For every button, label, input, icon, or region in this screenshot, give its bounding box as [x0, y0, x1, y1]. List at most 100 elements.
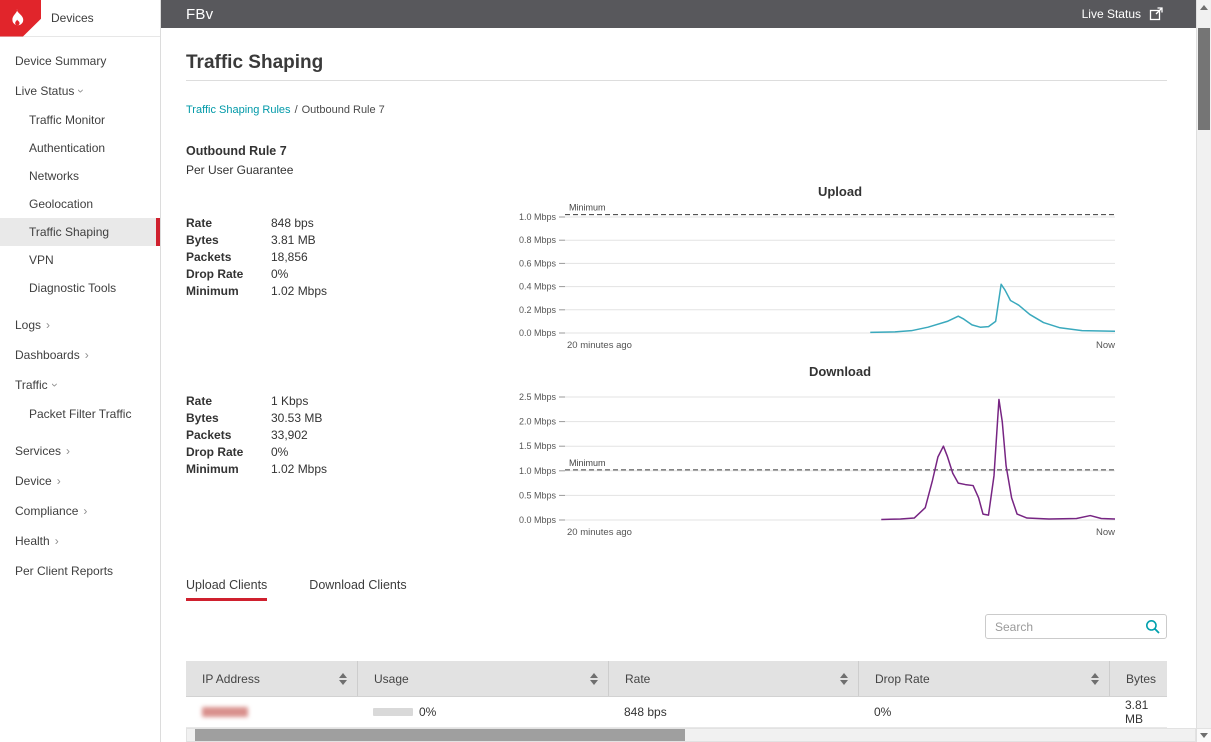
sidebar-item-label: Authentication: [29, 141, 105, 155]
cell-bytes: 3.81 MB: [1109, 698, 1167, 726]
stat-value: 3.81 MB: [271, 233, 316, 247]
column-label: Drop Rate: [875, 672, 930, 686]
live-status-button[interactable]: Live Status: [1082, 7, 1163, 21]
search-icon[interactable]: [1140, 619, 1166, 635]
sidebar-item-label: Diagnostic Tools: [29, 281, 116, 295]
column-label: IP Address: [202, 672, 260, 686]
sidebar-item-label: Traffic Monitor: [29, 113, 105, 127]
sidebar-item-label: Packet Filter Traffic: [29, 407, 131, 421]
sidebar-item-label: VPN: [29, 253, 54, 267]
download-chart-title: Download: [565, 364, 1115, 382]
cell-usage: 0%: [357, 705, 608, 719]
sidebar-item-networks[interactable]: Networks: [0, 162, 160, 190]
sort-icon[interactable]: [590, 673, 598, 685]
sort-icon[interactable]: [339, 673, 347, 685]
stat-value: 18,856: [271, 250, 308, 264]
sort-icon[interactable]: [840, 673, 848, 685]
sidebar-item-traffic-shaping[interactable]: Traffic Shaping: [0, 218, 160, 246]
usage-bar: [373, 708, 413, 716]
sidebar-item-label: Traffic: [15, 378, 48, 392]
stat-label: Drop Rate: [186, 445, 271, 459]
column-label: Rate: [625, 672, 650, 686]
svg-text:1.5 Mbps: 1.5 Mbps: [519, 441, 557, 451]
svg-text:0.0 Mbps: 0.0 Mbps: [519, 328, 557, 338]
sidebar-title: Devices: [51, 11, 94, 25]
sidebar-item-label: Live Status: [15, 84, 74, 98]
scroll-up-icon[interactable]: [1197, 0, 1211, 14]
sidebar-item-compliance[interactable]: Compliance: [0, 496, 160, 526]
usage-percent: 0%: [419, 705, 436, 719]
rule-name: Outbound Rule 7: [186, 144, 287, 158]
table-header: IP Address Usage Rate Drop Rate: [186, 661, 1167, 697]
sidebar-item-live-status[interactable]: Live Status: [0, 76, 160, 106]
search-input[interactable]: [986, 620, 1140, 634]
stat-row: Minimum1.02 Mbps: [186, 460, 421, 477]
svg-text:1.0 Mbps: 1.0 Mbps: [519, 212, 557, 222]
sidebar-item-services[interactable]: Services: [0, 436, 160, 466]
stat-row: Drop Rate0%: [186, 265, 421, 282]
column-label: Usage: [374, 672, 409, 686]
sidebar-item-dashboards[interactable]: Dashboards: [0, 340, 160, 370]
sidebar-item-label: Geolocation: [29, 197, 93, 211]
sort-icon[interactable]: [1091, 673, 1099, 685]
sidebar-item-per-client-reports[interactable]: Per Client Reports: [0, 556, 160, 586]
chevron-right-icon: [46, 319, 50, 331]
svg-text:2.5 Mbps: 2.5 Mbps: [519, 392, 557, 402]
column-label: Bytes: [1126, 672, 1156, 686]
stat-value: 1 Kbps: [271, 394, 308, 408]
column-header-usage[interactable]: Usage: [357, 661, 608, 696]
sidebar-item-authentication[interactable]: Authentication: [0, 134, 160, 162]
horizontal-scrollbar-thumb[interactable]: [195, 729, 685, 741]
table-row[interactable]: 0% 848 bps 0% 3.81 MB: [186, 697, 1167, 728]
stat-label: Rate: [186, 216, 271, 230]
sidebar-item-label: Dashboards: [15, 348, 80, 362]
sidebar-item-packet-filter-traffic[interactable]: Packet Filter Traffic: [0, 400, 160, 428]
stat-value: 1.02 Mbps: [271, 284, 327, 298]
column-header-bytes[interactable]: Bytes: [1109, 661, 1167, 696]
flame-icon: [6, 7, 28, 29]
stat-label: Packets: [186, 428, 271, 442]
column-header-drop-rate[interactable]: Drop Rate: [858, 661, 1109, 696]
redacted-ip: [202, 707, 248, 717]
vertical-scrollbar-thumb[interactable]: [1198, 28, 1210, 130]
breadcrumb-separator: /: [295, 104, 298, 116]
horizontal-scrollbar[interactable]: [186, 728, 1196, 742]
download-stats: Rate1 Kbps Bytes30.53 MB Packets33,902 D…: [186, 392, 421, 477]
sidebar-item-device-summary[interactable]: Device Summary: [0, 46, 160, 76]
stat-value: 0%: [271, 267, 288, 281]
sidebar-nav: Device Summary Live Status Traffic Monitor…: [0, 37, 160, 586]
sidebar-item-logs[interactable]: Logs: [0, 310, 160, 340]
cell-rate: 848 bps: [608, 705, 858, 719]
column-header-rate[interactable]: Rate: [608, 661, 858, 696]
live-status-label: Live Status: [1082, 7, 1141, 21]
sidebar-item-geolocation[interactable]: Geolocation: [0, 190, 160, 218]
chevron-right-icon: [83, 505, 87, 517]
column-header-ip-address[interactable]: IP Address: [186, 661, 357, 696]
tab-download-clients[interactable]: Download Clients: [309, 578, 406, 601]
sidebar: Devices Device Summary Live Status Traffic…: [0, 0, 161, 742]
vertical-scrollbar[interactable]: [1196, 0, 1211, 742]
divider: [186, 80, 1167, 81]
stat-row: Packets33,902: [186, 426, 421, 443]
chevron-right-icon: [85, 349, 89, 361]
page-title: Traffic Shaping: [186, 52, 323, 74]
tab-upload-clients[interactable]: Upload Clients: [186, 578, 267, 601]
scroll-down-icon[interactable]: [1197, 728, 1211, 742]
svg-text:0.0 Mbps: 0.0 Mbps: [519, 515, 557, 525]
sidebar-item-health[interactable]: Health: [0, 526, 160, 556]
svg-text:0.5 Mbps: 0.5 Mbps: [519, 490, 557, 500]
svg-text:2.0 Mbps: 2.0 Mbps: [519, 417, 557, 427]
svg-text:0.2 Mbps: 0.2 Mbps: [519, 305, 557, 315]
sidebar-item-traffic[interactable]: Traffic: [0, 370, 160, 400]
clients-table: IP Address Usage Rate Drop Rate: [186, 661, 1167, 728]
stat-row: Bytes3.81 MB: [186, 231, 421, 248]
sidebar-item-device[interactable]: Device: [0, 466, 160, 496]
sidebar-header[interactable]: Devices: [0, 0, 160, 37]
breadcrumb-link[interactable]: Traffic Shaping Rules: [186, 104, 291, 116]
sidebar-item-traffic-monitor[interactable]: Traffic Monitor: [0, 106, 160, 134]
sidebar-item-diagnostic-tools[interactable]: Diagnostic Tools: [0, 274, 160, 302]
download-chart: Download 0.0 Mbps0.5 Mbps1.0 Mbps1.5 Mbp…: [501, 364, 1126, 555]
chevron-down-icon: [75, 89, 87, 93]
stat-value: 30.53 MB: [271, 411, 322, 425]
sidebar-item-vpn[interactable]: VPN: [0, 246, 160, 274]
